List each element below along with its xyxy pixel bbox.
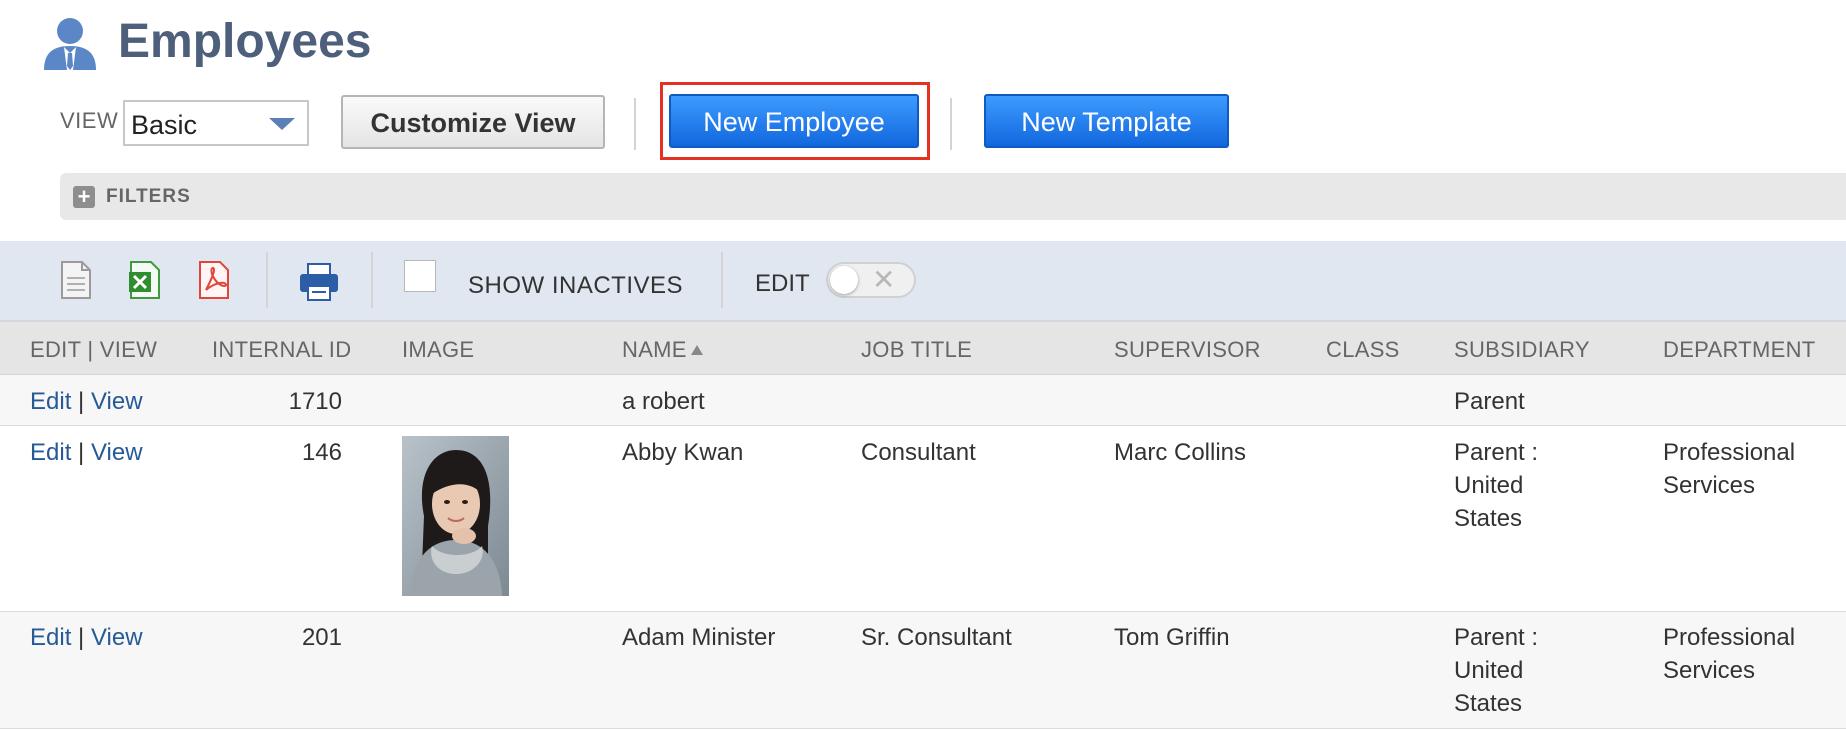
department: Professional Services: [1663, 436, 1795, 502]
employee-name: Abby Kwan: [622, 439, 744, 466]
sort-ascending-icon: [690, 345, 703, 355]
filters-bar[interactable]: [60, 173, 1846, 220]
view-select[interactable]: Basic: [123, 100, 309, 146]
subsidiary-line: United: [1454, 472, 1524, 499]
customize-view-button[interactable]: Customize View: [341, 95, 605, 149]
job-title: Sr. Consultant: [861, 624, 1012, 651]
internal-id: 201: [301, 624, 342, 651]
close-icon: ✕: [872, 264, 896, 295]
view-label: VIEW: [60, 108, 119, 133]
edit-label: EDIT: [755, 270, 810, 297]
link-separator: |: [78, 624, 85, 651]
department-line: Professional: [1663, 439, 1796, 466]
column-header-name[interactable]: NAME: [622, 337, 703, 363]
column-header-image[interactable]: IMAGE: [402, 337, 474, 363]
link-separator: |: [78, 439, 85, 466]
department: Professional Services: [1663, 621, 1795, 687]
column-header-internal-id[interactable]: INTERNAL ID: [212, 337, 351, 363]
view-link[interactable]: View: [91, 439, 143, 466]
department-line: Services: [1663, 657, 1756, 684]
subsidiary-line: States: [1454, 505, 1523, 532]
toolbar-divider: [371, 252, 373, 308]
excel-icon[interactable]: [127, 260, 163, 300]
employee-name: a robert: [622, 388, 705, 415]
column-header-subsidiary[interactable]: SUBSIDIARY: [1454, 337, 1590, 363]
subsidiary-line: United: [1454, 657, 1524, 684]
subsidiary: Parent : United States: [1454, 621, 1538, 720]
list-toolbar: [0, 241, 1846, 322]
link-separator: |: [78, 388, 85, 415]
edit-toggle[interactable]: ✕: [826, 262, 916, 298]
print-icon[interactable]: [298, 262, 340, 302]
row-actions: Edit | View: [30, 385, 143, 418]
chevron-down-icon: [269, 118, 295, 130]
edit-link[interactable]: Edit: [30, 624, 71, 651]
supervisor: Tom Griffin: [1114, 624, 1230, 651]
pdf-icon[interactable]: [196, 260, 232, 300]
toolbar-divider: [634, 98, 636, 150]
plus-icon[interactable]: +: [73, 186, 95, 208]
department-line: Professional: [1663, 624, 1796, 651]
subsidiary-line: Parent :: [1454, 439, 1539, 466]
subsidiary: Parent: [1454, 388, 1525, 415]
column-header-name-label: NAME: [622, 337, 687, 362]
department-line: Services: [1663, 472, 1756, 499]
job-title: Consultant: [861, 439, 976, 466]
view-link[interactable]: View: [91, 388, 143, 415]
edit-link[interactable]: Edit: [30, 388, 71, 415]
internal-id: 1710: [288, 388, 342, 415]
page-title: Employees: [118, 15, 372, 68]
subsidiary-line: States: [1454, 690, 1523, 717]
column-header-edit-view: EDIT | VIEW: [30, 337, 158, 362]
column-header-supervisor[interactable]: SUPERVISOR: [1114, 337, 1261, 363]
internal-id: 146: [301, 439, 342, 466]
toolbar-divider: [721, 252, 723, 308]
person-icon: [40, 16, 100, 70]
column-header-job-title[interactable]: JOB TITLE: [861, 337, 972, 363]
supervisor: Marc Collins: [1114, 439, 1247, 466]
toggle-knob: [830, 266, 858, 294]
subsidiary: Parent : United States: [1454, 436, 1538, 535]
employee-photo[interactable]: [402, 436, 509, 596]
show-inactives-checkbox[interactable]: [404, 260, 436, 292]
subsidiary-line: Parent :: [1454, 624, 1539, 651]
row-actions: Edit | View: [30, 621, 143, 654]
employee-name: Adam Minister: [622, 624, 776, 651]
filters-label[interactable]: FILTERS: [106, 186, 191, 208]
row-actions: Edit | View: [30, 436, 143, 469]
new-template-button[interactable]: New Template: [984, 94, 1229, 148]
new-employee-button[interactable]: New Employee: [669, 94, 919, 148]
document-icon[interactable]: [58, 260, 94, 300]
view-link[interactable]: View: [91, 624, 143, 651]
show-inactives-label: SHOW INACTIVES: [468, 272, 684, 299]
toolbar-divider: [266, 252, 268, 308]
column-header-department[interactable]: DEPARTMENT: [1663, 337, 1816, 363]
view-select-value: Basic: [131, 110, 198, 140]
edit-link[interactable]: Edit: [30, 439, 71, 466]
toolbar-divider: [950, 98, 952, 150]
column-header-class[interactable]: CLASS: [1326, 337, 1400, 363]
